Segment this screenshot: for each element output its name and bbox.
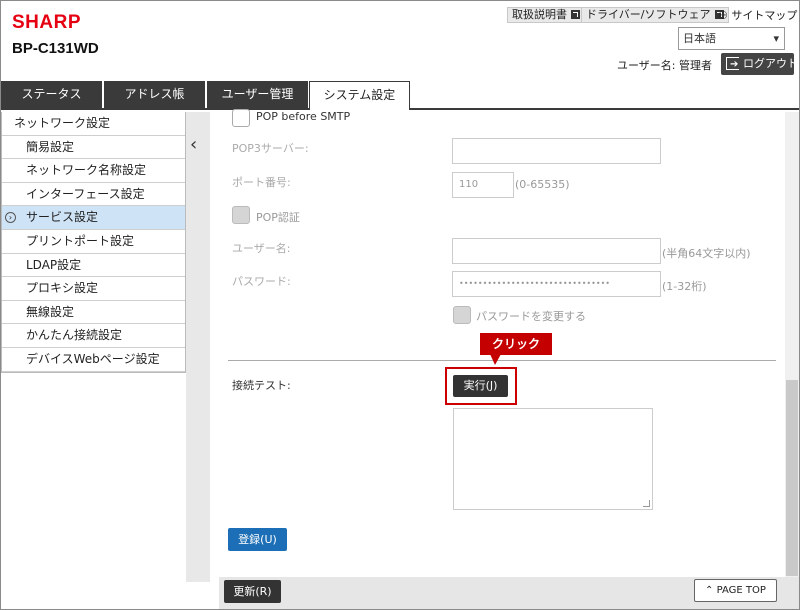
sidebar-item-wireless[interactable]: 無線設定 <box>2 300 185 325</box>
pop3-server-label: POP3サーバー: <box>232 142 309 155</box>
driver-link[interactable]: ドライバー/ソフトウェア <box>581 7 729 23</box>
tab-address-book[interactable]: アドレス帳 <box>104 81 205 108</box>
password-hint: (1-32桁) <box>662 280 707 293</box>
chevron-up-icon: ⌃ <box>705 585 714 596</box>
run-button[interactable]: 実行(J) <box>453 375 508 397</box>
sidebar-item-easy-connect[interactable]: かんたん接続設定 <box>2 324 185 348</box>
brand-logo: SHARP <box>12 12 82 33</box>
username-label: ユーザー名: <box>232 242 291 255</box>
main-tabs: ステータス アドレス帳 ユーザー管理 システム設定 <box>1 81 799 110</box>
pop-auth-label: POP認証 <box>256 211 300 224</box>
port-label: ポート番号: <box>232 176 291 189</box>
tab-user-management[interactable]: ユーザー管理 <box>207 81 308 108</box>
chevron-left-icon: ‹ <box>190 134 198 155</box>
refresh-button[interactable]: 更新(R) <box>224 580 281 603</box>
password-input[interactable]: •••••••••••••••••••••••••••••••• <box>452 271 661 297</box>
sidebar-item-label: サービス設定 <box>26 210 99 225</box>
sitemap-icon: ⚇ <box>718 9 728 22</box>
section-divider <box>228 360 776 361</box>
page-top-label: PAGE TOP <box>716 585 766 596</box>
logout-icon <box>726 54 739 76</box>
pop-auth-checkbox[interactable] <box>232 206 250 224</box>
sidebar-item-web-page[interactable]: デバイスWebページ設定 <box>2 347 185 372</box>
click-callout: クリック <box>480 333 552 365</box>
change-password-label: パスワードを変更する <box>476 310 586 323</box>
external-link-icon <box>571 10 580 19</box>
language-select[interactable]: 日本語 ▾ <box>678 27 785 50</box>
sidebar-header-network[interactable]: ネットワーク設定 <box>2 112 185 136</box>
scrollbar-thumb[interactable] <box>786 380 798 576</box>
chevron-down-icon: ▾ <box>773 32 779 45</box>
chevron-right-icon: › <box>5 212 16 224</box>
language-value: 日本語 <box>683 32 716 45</box>
sidebar-item-print-port[interactable]: プリントポート設定 <box>2 229 185 254</box>
logout-button[interactable]: ログアウト <box>721 53 798 76</box>
sidebar-item-interface[interactable]: インターフェース設定 <box>2 182 185 207</box>
connection-test-label: 接続テスト: <box>232 379 291 392</box>
driver-label: ドライバー/ソフトウェア <box>586 8 711 21</box>
sitemap-label: サイトマップ <box>731 9 798 22</box>
sidebar-item-quick-setup[interactable]: 簡易設定 <box>2 135 185 160</box>
sidebar-item-network-name[interactable]: ネットワーク名称設定 <box>2 159 185 183</box>
change-password-checkbox[interactable] <box>453 306 471 324</box>
sidebar-item-ldap[interactable]: LDAP設定 <box>2 253 185 278</box>
tab-system-settings[interactable]: システム設定 <box>309 81 410 110</box>
pop3-server-input[interactable] <box>452 138 661 164</box>
sidebar: ネットワーク設定 簡易設定 ネットワーク名称設定 インターフェース設定 › サー… <box>1 112 186 373</box>
user-name: ユーザー名: 管理者 <box>617 59 712 72</box>
username-input[interactable] <box>452 238 661 264</box>
sitemap-link[interactable]: ⚇ サイトマップ <box>718 7 797 23</box>
sidebar-toggle[interactable]: ‹ <box>186 112 210 582</box>
page-top-button[interactable]: ⌃ PAGE TOP <box>694 579 777 602</box>
port-input[interactable]: 110 <box>452 172 514 198</box>
connection-test-result[interactable] <box>453 408 653 510</box>
port-hint: (0-65535) <box>515 178 570 191</box>
manual-label: 取扱説明書 <box>512 8 567 21</box>
model-name: BP-C131WD <box>12 40 99 57</box>
password-label: パスワード: <box>232 275 291 288</box>
logout-label: ログアウト <box>743 57 798 70</box>
sidebar-item-proxy[interactable]: プロキシ設定 <box>2 277 185 301</box>
username-hint: (半角64文字以内) <box>662 247 751 260</box>
register-button[interactable]: 登録(U) <box>228 528 287 551</box>
pop-before-smtp-checkbox[interactable] <box>232 109 250 127</box>
sidebar-item-service[interactable]: › サービス設定 <box>2 206 185 230</box>
tab-status[interactable]: ステータス <box>1 81 102 108</box>
pop-before-smtp-label: POP before SMTP <box>256 110 351 123</box>
manual-link[interactable]: 取扱説明書 <box>507 7 585 23</box>
